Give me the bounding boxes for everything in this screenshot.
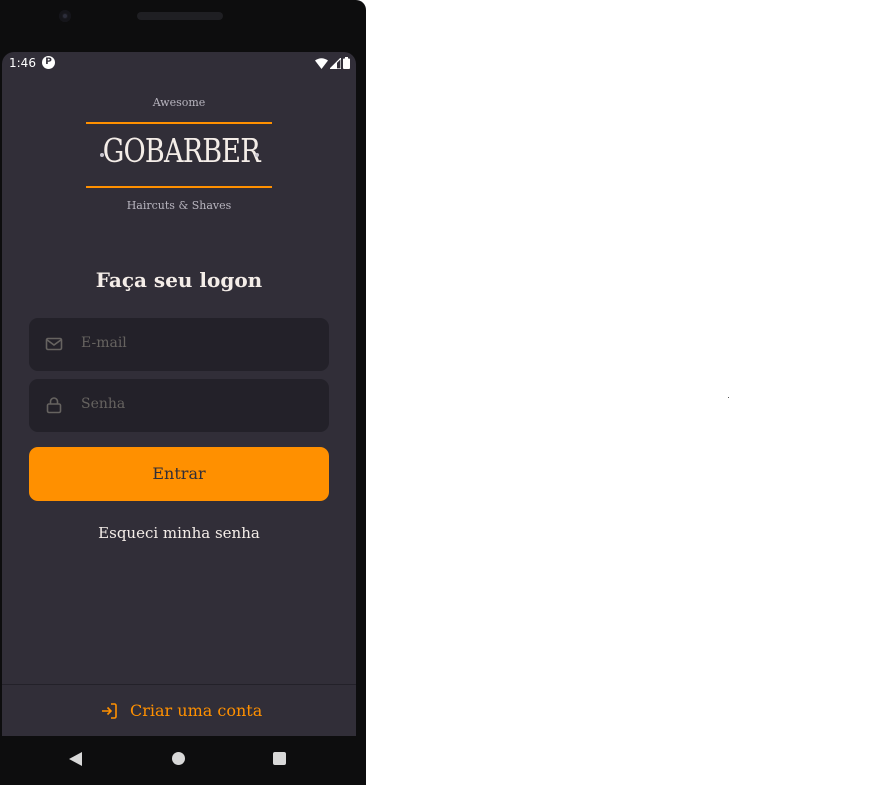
create-account-label: Criar uma conta	[130, 701, 263, 720]
gobarber-logo: Awesome GOBARBER Haircuts & Shaves	[86, 96, 272, 216]
front-camera	[59, 10, 71, 22]
earpiece-speaker	[137, 12, 223, 20]
status-bar: 1:46 P	[2, 52, 356, 74]
email-field[interactable]: E-mail	[29, 318, 329, 371]
lock-icon	[46, 397, 62, 414]
email-placeholder: E-mail	[81, 335, 127, 351]
status-indicators	[315, 57, 350, 69]
logo-right-dot	[255, 153, 259, 157]
notification-app-icon: P	[42, 56, 55, 69]
home-icon[interactable]	[172, 752, 185, 765]
wifi-icon	[315, 57, 328, 69]
page-title: Faça seu logon	[95, 268, 263, 292]
back-icon[interactable]	[69, 752, 82, 766]
logo-top-text: Awesome	[152, 96, 206, 109]
password-placeholder: Senha	[81, 396, 126, 412]
password-field[interactable]: Senha	[29, 379, 329, 432]
logo-title: GOBARBER	[102, 131, 261, 170]
status-time: 1:46	[9, 56, 36, 70]
login-button[interactable]: Entrar	[29, 447, 329, 501]
create-account-footer: Criar uma conta	[2, 684, 356, 736]
screenshot-canvas: 1:46 P Awesome GOBARBER Haircuts & Shave…	[0, 0, 888, 785]
app-screen: 1:46 P Awesome GOBARBER Haircuts & Shave…	[2, 52, 356, 736]
logo-bottom-line	[86, 186, 272, 188]
mail-icon	[45, 337, 63, 351]
phone-frame: 1:46 P Awesome GOBARBER Haircuts & Shave…	[0, 0, 366, 785]
create-account-button[interactable]: Criar uma conta	[100, 701, 262, 720]
logo-top-line	[86, 122, 272, 124]
android-nav-bar	[0, 736, 366, 785]
battery-icon	[343, 57, 350, 69]
forgot-password-link[interactable]: Esqueci minha senha	[2, 524, 356, 542]
background-speck	[728, 397, 729, 398]
recent-apps-icon[interactable]	[273, 752, 286, 765]
logo-bottom-text: Haircuts & Shaves	[126, 199, 232, 212]
cell-signal-icon	[330, 57, 341, 69]
log-in-icon	[102, 702, 117, 719]
